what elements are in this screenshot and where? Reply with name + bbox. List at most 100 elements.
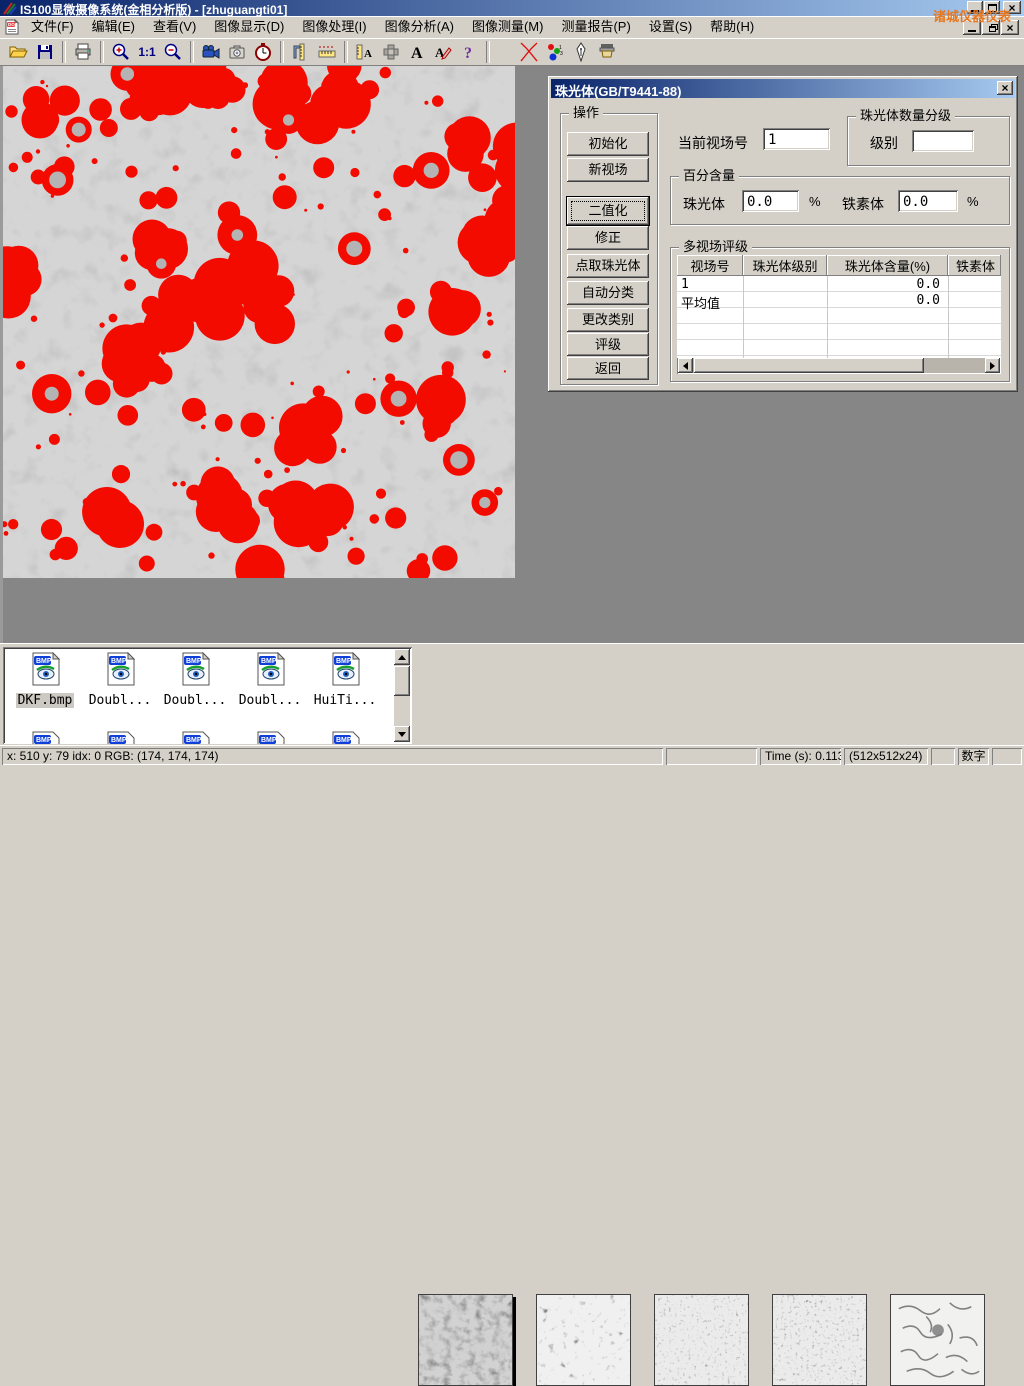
file-item[interactable]: BMP Doubl... (234, 652, 306, 709)
brush-icon[interactable] (594, 40, 620, 64)
menu-settings[interactable]: 设置(S) (640, 16, 701, 38)
scroll-right-button[interactable] (985, 358, 1000, 373)
svg-text:BMP: BMP (336, 737, 352, 744)
menu-help[interactable]: 帮助(H) (701, 16, 763, 38)
toolbar-separator (280, 41, 284, 63)
table-hscrollbar[interactable] (678, 358, 1000, 373)
menu-image-process[interactable]: 图像处理(I) (293, 16, 375, 38)
rate-button[interactable]: 评级 (567, 333, 649, 356)
svg-text:DOC: DOC (8, 22, 19, 27)
menu-image-analysis[interactable]: 图像分析(A) (376, 16, 463, 38)
file-item[interactable]: BMP DKF.bmp (9, 652, 81, 709)
document-icon[interactable]: DOC (4, 19, 20, 35)
correct-button[interactable]: 修正 (567, 226, 649, 250)
stitch-icon[interactable] (378, 40, 404, 64)
child-restore-button[interactable] (982, 20, 1000, 35)
dialog-close-button[interactable]: × (997, 81, 1013, 95)
file-name[interactable]: DKF.bmp (16, 693, 75, 708)
file-item[interactable]: BMP (159, 731, 231, 744)
file-item[interactable]: BMP Doubl... (159, 652, 231, 709)
table-row-1-field[interactable]: 1 (681, 277, 689, 292)
capture-icon[interactable] (224, 40, 250, 64)
col-pearlite-level[interactable]: 珠光体级别 (743, 255, 827, 276)
binarize-button[interactable]: 二值化 (567, 197, 649, 225)
svg-text:BMP: BMP (186, 658, 202, 665)
file-name[interactable]: Doubl... (162, 693, 229, 708)
table-row-2-content[interactable]: 0.0 (827, 293, 940, 308)
minimize-button[interactable] (967, 1, 983, 14)
caliper-icon[interactable] (288, 40, 314, 64)
file-item[interactable]: BMP (234, 731, 306, 744)
col-field-no[interactable]: 视场号 (677, 255, 743, 276)
dialog-title-bar[interactable]: 珠光体(GB/T9441-88) (551, 79, 1015, 98)
open-icon[interactable] (6, 40, 32, 64)
file-item[interactable]: BMP HuiTi... (309, 652, 381, 709)
print-icon[interactable] (70, 40, 96, 64)
actual-size-icon[interactable]: 1:1 (134, 40, 160, 64)
thumbnail-4[interactable] (772, 1294, 867, 1386)
micrograph-image[interactable] (3, 66, 515, 578)
file-item[interactable]: BMP (309, 731, 381, 744)
col-ferrite[interactable]: 铁素体 (948, 255, 1001, 276)
curve-icon[interactable] (516, 40, 542, 64)
scroll-up-button[interactable] (394, 649, 410, 665)
level-input[interactable] (912, 130, 974, 152)
ruler-icon[interactable] (314, 40, 340, 64)
table-row-2-field[interactable]: 平均值 (681, 293, 720, 312)
hscroll-thumb[interactable] (694, 358, 924, 373)
thumbnail-3[interactable] (654, 1294, 749, 1386)
save-icon[interactable] (32, 40, 58, 64)
return-button[interactable]: 返回 (567, 357, 649, 380)
menu-image-measure[interactable]: 图像测量(M) (463, 16, 553, 38)
close-button[interactable]: × (1003, 1, 1021, 14)
text-icon[interactable]: A (404, 40, 430, 64)
zoom-in-icon[interactable] (108, 40, 134, 64)
thumbnail-1[interactable] (418, 1294, 513, 1386)
multiview-table[interactable]: 视场号 珠光体级别 珠光体含量(%) 铁素体 1 0.0 平均值 0.0 (677, 255, 1001, 374)
video-camera-icon[interactable] (198, 40, 224, 64)
toolbar-separator (190, 41, 194, 63)
help-icon[interactable]: ? (456, 40, 482, 64)
thumbnail-2[interactable] (536, 1294, 631, 1386)
file-item[interactable]: BMP (9, 731, 81, 744)
menu-file[interactable]: 文件(F) (22, 16, 83, 38)
change-class-button[interactable]: 更改类别 (567, 308, 649, 332)
file-name[interactable]: Doubl... (237, 693, 304, 708)
zoom-out-icon[interactable] (160, 40, 186, 64)
svg-text:BMP: BMP (261, 737, 277, 744)
file-name[interactable]: HuiTi... (312, 693, 379, 708)
annotate-icon[interactable]: A (430, 40, 456, 64)
scale-icon[interactable]: A (352, 40, 378, 64)
new-field-button[interactable]: 新视场 (567, 158, 649, 182)
pen-icon[interactable] (568, 40, 594, 64)
file-name[interactable]: Doubl... (87, 693, 154, 708)
menu-image-display[interactable]: 图像显示(D) (205, 16, 293, 38)
child-close-button[interactable]: × (1001, 20, 1019, 35)
table-body[interactable]: 1 0.0 平均值 0.0 (677, 276, 1001, 358)
maximize-button[interactable] (984, 1, 1000, 14)
ferrite-input[interactable]: 0.0 (898, 190, 958, 212)
file-listbox[interactable]: BMP DKF.bmp BMP Doubl... BMP Doubl... BM… (3, 647, 412, 744)
init-button[interactable]: 初始化 (567, 132, 649, 156)
thumbnail-5[interactable] (890, 1294, 985, 1386)
menu-view[interactable]: 查看(V) (144, 16, 205, 38)
timer-icon[interactable] (250, 40, 276, 64)
ferrite-unit: % (967, 194, 979, 209)
current-field-input[interactable]: 1 (763, 128, 830, 150)
file-item[interactable]: BMP Doubl... (84, 652, 156, 709)
classify-icon[interactable]: 13 (542, 40, 568, 64)
menu-edit[interactable]: 编辑(E) (83, 16, 144, 38)
table-row-1-content[interactable]: 0.0 (827, 277, 940, 292)
vscroll-thumb[interactable] (394, 666, 410, 696)
scroll-down-button[interactable] (394, 726, 410, 742)
file-list-vscrollbar[interactable] (394, 649, 410, 742)
pick-pearlite-button[interactable]: 点取珠光体 (567, 254, 649, 278)
col-pearlite-content[interactable]: 珠光体含量(%) (827, 255, 948, 276)
file-item[interactable]: BMP (84, 731, 156, 744)
menu-report[interactable]: 测量报告(P) (552, 16, 639, 38)
pearlite-input[interactable]: 0.0 (742, 190, 799, 212)
auto-classify-button[interactable]: 自动分类 (567, 281, 649, 305)
child-minimize-button[interactable] (963, 20, 981, 35)
bmp-file-icon: BMP (178, 652, 212, 686)
scroll-left-button[interactable] (678, 358, 693, 373)
